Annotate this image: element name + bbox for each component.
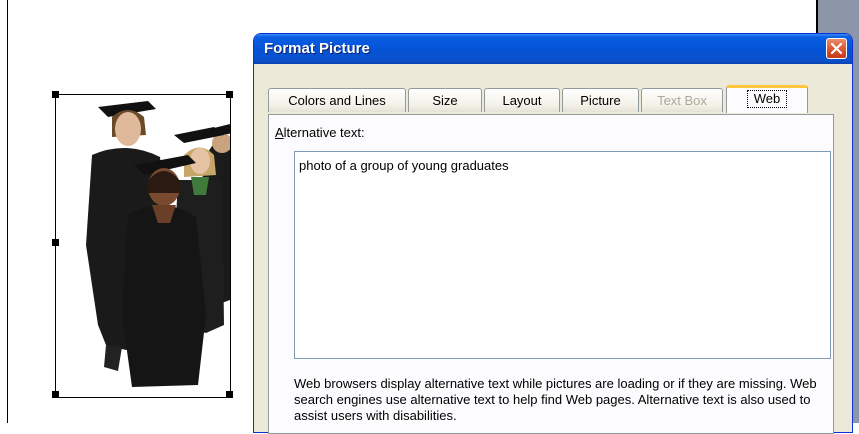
alternative-text-hotkey: A [275,125,284,140]
resize-handle-top-right[interactable] [226,91,233,98]
graduates-photo [86,101,230,387]
dialog-title: Format Picture [264,40,370,57]
dialog-titlebar[interactable]: Format Picture [254,34,852,64]
close-button[interactable] [826,38,847,59]
tab-web[interactable]: Web [726,85,808,113]
tab-picture[interactable]: Picture [562,88,639,112]
alternative-text-field[interactable]: photo of a group of young graduates [294,151,831,359]
tab-web-label: Web [746,90,788,108]
tab-size[interactable]: Size [408,88,482,112]
selected-picture[interactable] [55,94,231,398]
resize-handle-middle-left[interactable] [52,239,59,246]
resize-handle-top-left[interactable] [52,91,59,98]
page-left-edge [7,0,8,423]
alternative-text-label: Alternative text: [275,125,365,140]
resize-handle-bottom-right[interactable] [226,391,233,398]
alternative-text-label-rest: lternative text: [283,125,365,140]
tab-text-box: Text Box [641,88,723,112]
close-icon [831,43,842,54]
alternative-text-help: Web browsers display alternative text wh… [294,376,817,423]
tab-colors-and-lines[interactable]: Colors and Lines [268,88,406,112]
tab-layout[interactable]: Layout [484,88,560,112]
format-picture-dialog: Format Picture Colors and Lines Size Lay… [253,33,853,434]
web-tab-panel: Alternative text: photo of a group of yo… [268,114,834,434]
resize-handle-bottom-left[interactable] [52,391,59,398]
